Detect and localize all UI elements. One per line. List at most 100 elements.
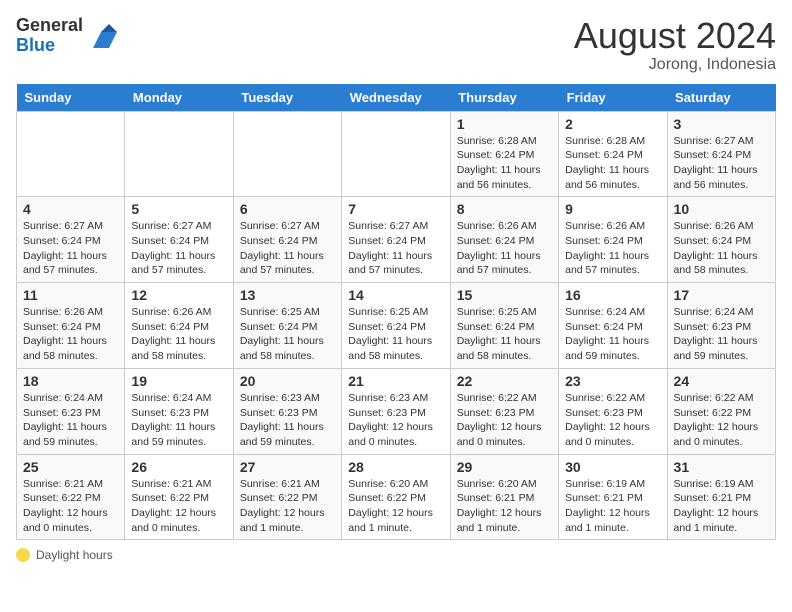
calendar-cell: 25 Sunrise: 6:21 AM Sunset: 6:22 PM Dayli… [17,454,125,540]
logo: General Blue [16,16,117,56]
calendar-cell: 11Sunrise: 6:26 AM Sunset: 6:24 PM Dayli… [17,283,125,369]
calendar-cell: 29 Sunrise: 6:20 AM Sunset: 6:21 PM Dayli… [450,454,558,540]
day-header-tuesday: Tuesday [233,84,341,112]
daylight-icon [16,548,30,562]
day-header-thursday: Thursday [450,84,558,112]
date-number: 25 [23,459,118,475]
cell-info: Sunrise: 6:27 AM Sunset: 6:24 PM Dayligh… [674,134,769,193]
cell-info: Sunrise: 6:27 AM Sunset: 6:24 PM Dayligh… [240,219,335,278]
date-number: 31 [674,459,769,475]
date-number: 23 [565,373,660,389]
date-number: 12 [131,287,226,303]
date-number: 29 [457,459,552,475]
day-header-monday: Monday [125,84,233,112]
calendar-cell: 14Sunrise: 6:25 AM Sunset: 6:24 PM Dayli… [342,283,450,369]
calendar-cell [125,111,233,197]
footer-text: Daylight hours [36,548,113,562]
calendar-cell: 30Sunrise: 6:19 AM Sunset: 6:21 PM Dayli… [559,454,667,540]
calendar-cell: 20Sunrise: 6:23 AM Sunset: 6:23 PM Dayli… [233,368,341,454]
calendar-week-3: 11Sunrise: 6:26 AM Sunset: 6:24 PM Dayli… [17,283,776,369]
calendar-cell: 10 Sunrise: 6:26 AM Sunset: 6:24 PM Dayli… [667,197,775,283]
calendar-week-2: 4 Sunrise: 6:27 AM Sunset: 6:24 PM Daylig… [17,197,776,283]
calendar-cell: 17Sunrise: 6:24 AM Sunset: 6:23 PM Dayli… [667,283,775,369]
calendar-cell: 2Sunrise: 6:28 AM Sunset: 6:24 PM Daylig… [559,111,667,197]
calendar-cell: 7 Sunrise: 6:27 AM Sunset: 6:24 PM Daylig… [342,197,450,283]
cell-info: Sunrise: 6:27 AM Sunset: 6:24 PM Dayligh… [23,219,118,278]
cell-info: Sunrise: 6:26 AM Sunset: 6:24 PM Dayligh… [131,305,226,364]
date-number: 7 [348,201,443,217]
cell-info: Sunrise: 6:20 AM Sunset: 6:21 PM Dayligh… [457,477,552,536]
cell-info: Sunrise: 6:24 AM Sunset: 6:23 PM Dayligh… [131,391,226,450]
cell-info: Sunrise: 6:26 AM Sunset: 6:24 PM Dayligh… [565,219,660,278]
calendar-table: SundayMondayTuesdayWednesdayThursdayFrid… [16,84,776,541]
date-number: 10 [674,201,769,217]
calendar-cell: 18 Sunrise: 6:24 AM Sunset: 6:23 PM Dayli… [17,368,125,454]
calendar-cell: 8 Sunrise: 6:26 AM Sunset: 6:24 PM Daylig… [450,197,558,283]
calendar-cell: 26Sunrise: 6:21 AM Sunset: 6:22 PM Dayli… [125,454,233,540]
logo-icon [85,20,117,52]
calendar-week-4: 18 Sunrise: 6:24 AM Sunset: 6:23 PM Dayli… [17,368,776,454]
cell-info: Sunrise: 6:22 AM Sunset: 6:22 PM Dayligh… [674,391,769,450]
calendar-cell: 23 Sunrise: 6:22 AM Sunset: 6:23 PM Dayli… [559,368,667,454]
logo-blue: Blue [16,35,55,55]
calendar-cell: 22Sunrise: 6:22 AM Sunset: 6:23 PM Dayli… [450,368,558,454]
calendar-cell: 16 Sunrise: 6:24 AM Sunset: 6:24 PM Dayli… [559,283,667,369]
date-number: 8 [457,201,552,217]
cell-info: Sunrise: 6:27 AM Sunset: 6:24 PM Dayligh… [131,219,226,278]
date-number: 6 [240,201,335,217]
month-year: August 2024 [574,16,776,56]
date-number: 13 [240,287,335,303]
calendar-cell: 4 Sunrise: 6:27 AM Sunset: 6:24 PM Daylig… [17,197,125,283]
cell-info: Sunrise: 6:23 AM Sunset: 6:23 PM Dayligh… [348,391,443,450]
date-number: 19 [131,373,226,389]
cell-info: Sunrise: 6:19 AM Sunset: 6:21 PM Dayligh… [565,477,660,536]
cell-info: Sunrise: 6:25 AM Sunset: 6:24 PM Dayligh… [240,305,335,364]
calendar-cell: 13 Sunrise: 6:25 AM Sunset: 6:24 PM Dayli… [233,283,341,369]
calendar-cell: 3 Sunrise: 6:27 AM Sunset: 6:24 PM Daylig… [667,111,775,197]
cell-info: Sunrise: 6:22 AM Sunset: 6:23 PM Dayligh… [565,391,660,450]
calendar-cell: 27 Sunrise: 6:21 AM Sunset: 6:22 PM Dayli… [233,454,341,540]
cell-info: Sunrise: 6:20 AM Sunset: 6:22 PM Dayligh… [348,477,443,536]
date-number: 9 [565,201,660,217]
calendar-cell: 31 Sunrise: 6:19 AM Sunset: 6:21 PM Dayli… [667,454,775,540]
date-number: 3 [674,116,769,132]
date-number: 20 [240,373,335,389]
date-number: 15 [457,287,552,303]
calendar-header-row: SundayMondayTuesdayWednesdayThursdayFrid… [17,84,776,112]
cell-info: Sunrise: 6:21 AM Sunset: 6:22 PM Dayligh… [240,477,335,536]
date-number: 24 [674,373,769,389]
calendar-cell [17,111,125,197]
calendar-cell: 15Sunrise: 6:25 AM Sunset: 6:24 PM Dayli… [450,283,558,369]
page-header: General Blue August 2024 Jorong, Indones… [16,16,776,74]
date-number: 27 [240,459,335,475]
day-header-saturday: Saturday [667,84,775,112]
date-number: 21 [348,373,443,389]
cell-info: Sunrise: 6:27 AM Sunset: 6:24 PM Dayligh… [348,219,443,278]
date-number: 4 [23,201,118,217]
cell-info: Sunrise: 6:24 AM Sunset: 6:24 PM Dayligh… [565,305,660,364]
calendar-cell: 12 Sunrise: 6:26 AM Sunset: 6:24 PM Dayli… [125,283,233,369]
calendar-cell: 1 Sunrise: 6:28 AM Sunset: 6:24 PM Daylig… [450,111,558,197]
date-number: 16 [565,287,660,303]
date-number: 1 [457,116,552,132]
calendar-week-1: 1 Sunrise: 6:28 AM Sunset: 6:24 PM Daylig… [17,111,776,197]
calendar-cell: 9 Sunrise: 6:26 AM Sunset: 6:24 PM Daylig… [559,197,667,283]
cell-info: Sunrise: 6:26 AM Sunset: 6:24 PM Dayligh… [457,219,552,278]
cell-info: Sunrise: 6:26 AM Sunset: 6:24 PM Dayligh… [674,219,769,278]
date-number: 22 [457,373,552,389]
date-number: 14 [348,287,443,303]
cell-info: Sunrise: 6:21 AM Sunset: 6:22 PM Dayligh… [23,477,118,536]
cell-info: Sunrise: 6:28 AM Sunset: 6:24 PM Dayligh… [457,134,552,193]
cell-info: Sunrise: 6:24 AM Sunset: 6:23 PM Dayligh… [23,391,118,450]
date-number: 17 [674,287,769,303]
cell-info: Sunrise: 6:19 AM Sunset: 6:21 PM Dayligh… [674,477,769,536]
logo-general: General [16,15,83,35]
calendar-cell: 6 Sunrise: 6:27 AM Sunset: 6:24 PM Daylig… [233,197,341,283]
date-number: 26 [131,459,226,475]
date-number: 18 [23,373,118,389]
day-header-friday: Friday [559,84,667,112]
calendar-cell [342,111,450,197]
calendar-cell [233,111,341,197]
footer: Daylight hours [16,548,776,562]
location: Jorong, Indonesia [574,56,776,74]
